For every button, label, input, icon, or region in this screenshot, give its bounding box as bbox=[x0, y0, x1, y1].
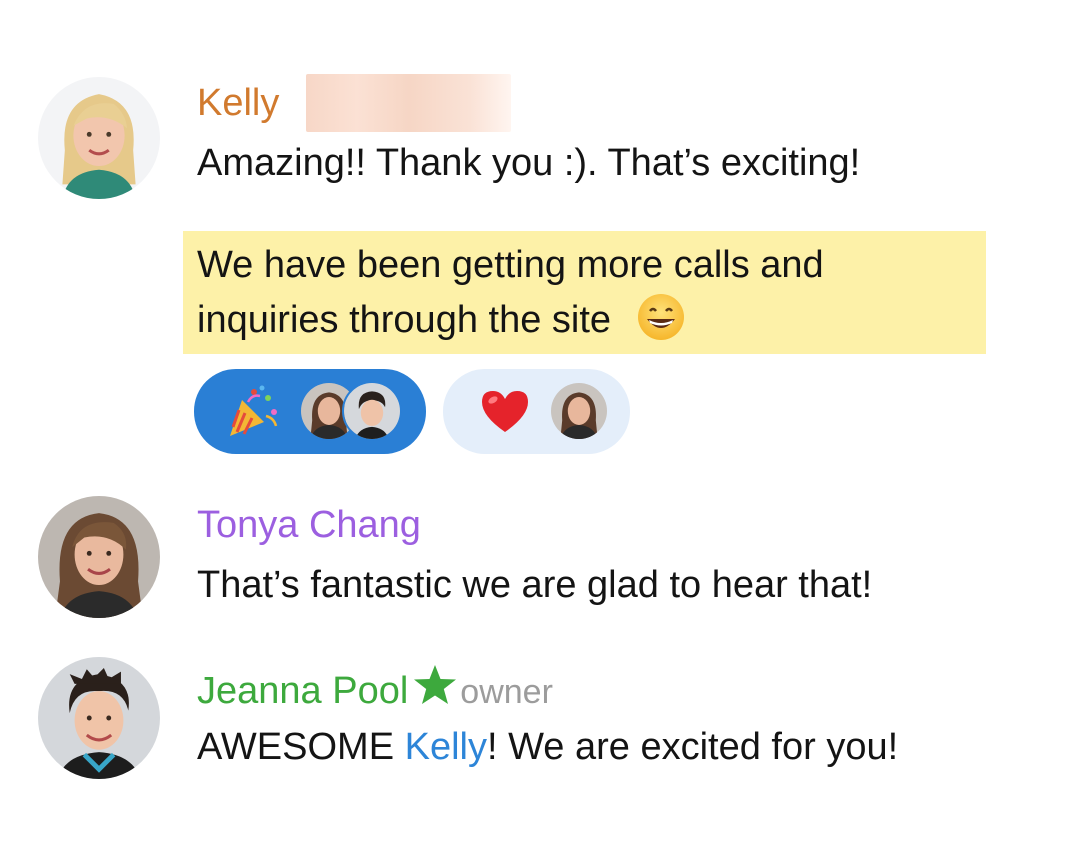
grinning-face-icon bbox=[637, 294, 684, 340]
message-text-before: AWESOME bbox=[197, 726, 405, 768]
highlighted-line: We have been getting more calls and bbox=[197, 244, 824, 286]
mention-kelly[interactable]: Kelly bbox=[405, 726, 487, 768]
message-text: AWESOME Kelly! We are excited for you! bbox=[197, 724, 898, 770]
author-name-jeanna[interactable]: Jeanna Pool owner bbox=[197, 663, 553, 715]
red-heart-icon bbox=[482, 391, 528, 432]
message-text-after: ! We are excited for you! bbox=[486, 726, 899, 768]
author-name-tonya[interactable]: Tonya Chang bbox=[197, 502, 421, 548]
reaction-user-avatar bbox=[342, 381, 402, 441]
party-popper-icon bbox=[230, 385, 278, 436]
redacted-surname bbox=[306, 74, 511, 132]
reaction-party-popper[interactable] bbox=[194, 369, 426, 454]
highlighted-line-2: inquiries through the site bbox=[197, 292, 986, 347]
highlighted-line-text: inquiries through the site bbox=[197, 299, 612, 341]
star-icon bbox=[414, 665, 457, 704]
avatar-jeanna[interactable] bbox=[38, 657, 160, 779]
message-text: Amazing!! Thank you :). That’s exciting! bbox=[197, 142, 861, 184]
highlighted-message: We have been getting more calls and inqu… bbox=[183, 231, 986, 354]
message-text: That’s fantastic we are glad to hear tha… bbox=[197, 564, 873, 606]
author-name-text: Jeanna Pool bbox=[197, 670, 409, 712]
author-name-kelly[interactable]: Kelly bbox=[197, 80, 279, 126]
owner-badge: owner bbox=[460, 673, 553, 711]
avatar-kelly[interactable] bbox=[38, 77, 160, 199]
avatar-tonya[interactable] bbox=[38, 496, 160, 618]
reaction-heart[interactable] bbox=[443, 369, 630, 454]
reaction-user-avatar bbox=[549, 381, 609, 441]
